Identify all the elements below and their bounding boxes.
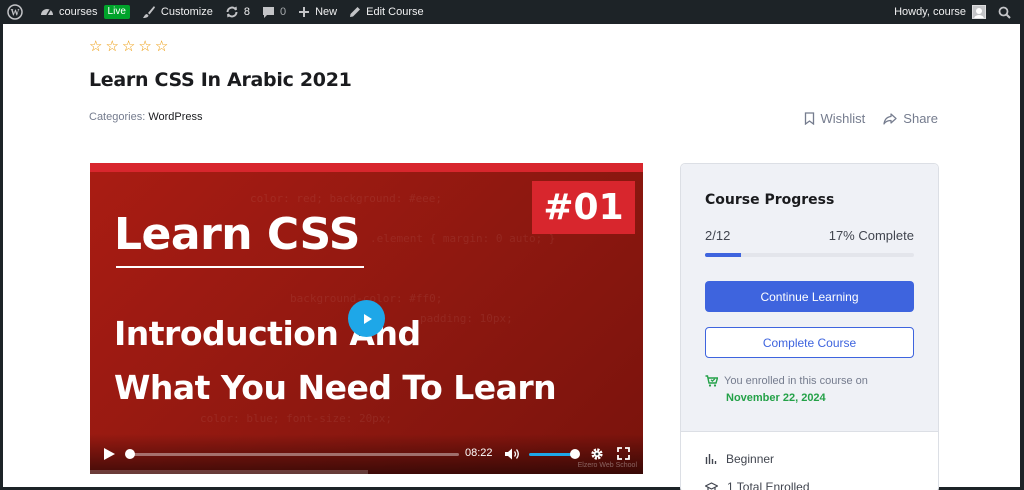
code-pattern: color: red; background: #eee;: [250, 192, 443, 205]
dashboard-icon: [41, 9, 53, 16]
share-button[interactable]: Share: [883, 111, 938, 126]
frame-border-right: [1020, 24, 1024, 490]
enrolled-text: You enrolled in this course on: [724, 375, 868, 387]
buffer-bar: [90, 470, 368, 474]
pencil-icon: [350, 7, 361, 17]
enrollment-notice: You enrolled in this course on: [705, 375, 868, 387]
episode-badge: #01: [532, 181, 635, 234]
fullscreen-button[interactable]: [617, 447, 630, 460]
graduation-cap-icon: [705, 481, 718, 490]
categories: Categories: WordPress: [89, 111, 203, 123]
comments-link[interactable]: 0: [256, 0, 292, 24]
plus-icon: [299, 7, 310, 17]
code-pattern: color: blue; font-size: 20px;: [200, 412, 393, 425]
categories-label: Categories:: [89, 111, 146, 123]
category-link[interactable]: WordPress: [148, 111, 202, 123]
course-actions: Wishlist Share: [804, 111, 938, 126]
comments-count: 0: [279, 6, 287, 18]
settings-button[interactable]: [590, 447, 604, 461]
new-content-link[interactable]: New: [292, 0, 343, 24]
video-player[interactable]: color: red; background: #eee; .element {…: [90, 163, 643, 474]
live-badge: Live: [103, 5, 130, 19]
edit-course-link[interactable]: Edit Course: [343, 0, 429, 24]
complete-course-button[interactable]: Complete Course: [705, 327, 914, 358]
wordpress-logo-icon[interactable]: W: [0, 0, 34, 24]
volume-slider[interactable]: [529, 453, 575, 456]
seek-bar[interactable]: [130, 453, 459, 456]
progress-count: 2/12: [705, 228, 731, 243]
code-pattern: .element { margin: 0 auto; }: [370, 232, 556, 245]
video-watermark: Elzero Web School: [577, 462, 637, 469]
video-subtitle-line2: What You Need To Learn: [114, 368, 557, 407]
updates-count: 8: [243, 6, 250, 18]
total-enrolled-label: 1 Total Enrolled: [727, 480, 810, 490]
continue-learning-button[interactable]: Continue Learning: [705, 281, 914, 312]
updates-link[interactable]: 8: [219, 0, 256, 24]
course-level: Beginner: [705, 452, 774, 466]
new-label: New: [315, 6, 338, 18]
gear-icon: [591, 448, 603, 460]
video-headline: Learn CSS: [114, 209, 360, 260]
share-label: Share: [903, 111, 938, 126]
seek-handle[interactable]: [125, 449, 135, 459]
admin-search-button[interactable]: [992, 0, 1024, 24]
volume-handle[interactable]: [570, 449, 580, 459]
level-bars-icon: [705, 454, 717, 464]
progress-bar: [705, 253, 914, 257]
video-time: 08:22: [465, 447, 493, 459]
progress-percent: 17% Complete: [828, 228, 914, 243]
enrolled-date: November 22, 2024: [726, 392, 826, 404]
star-icon: ☆: [138, 37, 152, 55]
star-icon: ☆: [105, 37, 119, 55]
wishlist-button[interactable]: Wishlist: [804, 111, 866, 126]
fullscreen-icon: [617, 447, 630, 460]
course-title: Learn CSS In Arabic 2021: [89, 69, 352, 91]
search-icon: [998, 6, 1011, 19]
customize-link[interactable]: Customize: [136, 0, 219, 24]
bookmark-icon: [804, 112, 814, 125]
my-account-menu[interactable]: Howdy, course: [888, 0, 992, 24]
volume-icon: [505, 448, 519, 460]
headline-underline: [116, 266, 364, 268]
play-icon: [104, 448, 115, 460]
video-top-stripe: [90, 163, 643, 172]
howdy-greeting: Howdy, course: [894, 6, 966, 18]
course-progress-card: Course Progress 2/12 17% Complete Contin…: [680, 163, 939, 490]
progress-title: Course Progress: [705, 192, 835, 208]
cart-check-icon: [705, 375, 718, 387]
edit-course-label: Edit Course: [366, 6, 424, 18]
site-name-menu[interactable]: courses Live: [34, 0, 136, 24]
comment-icon: [262, 6, 274, 18]
star-icon: ☆: [89, 37, 103, 55]
total-enrolled: 1 Total Enrolled: [705, 480, 810, 490]
play-overlay-button[interactable]: [348, 300, 385, 337]
updates-icon: [226, 6, 238, 18]
progress-bar-fill: [705, 253, 741, 257]
code-pattern: padding: 10px;: [420, 312, 513, 325]
svg-text:W: W: [10, 8, 19, 18]
level-label: Beginner: [726, 452, 775, 466]
share-icon: [883, 112, 897, 125]
star-icon: ☆: [121, 37, 136, 55]
customize-label: Customize: [160, 6, 213, 18]
avatar: [972, 5, 986, 19]
play-icon: [363, 313, 372, 324]
rating-stars: ☆ ☆ ☆ ☆ ☆: [89, 39, 168, 54]
paintbrush-icon: [142, 6, 155, 18]
frame-border-left: [0, 24, 3, 490]
site-name: courses: [59, 6, 98, 18]
wishlist-label: Wishlist: [820, 111, 866, 126]
star-icon: ☆: [154, 37, 169, 55]
mute-button[interactable]: [504, 447, 520, 461]
admin-bar: W courses Live Customize 8 0 New Edit Co…: [0, 0, 1024, 24]
play-button[interactable]: [103, 447, 116, 461]
